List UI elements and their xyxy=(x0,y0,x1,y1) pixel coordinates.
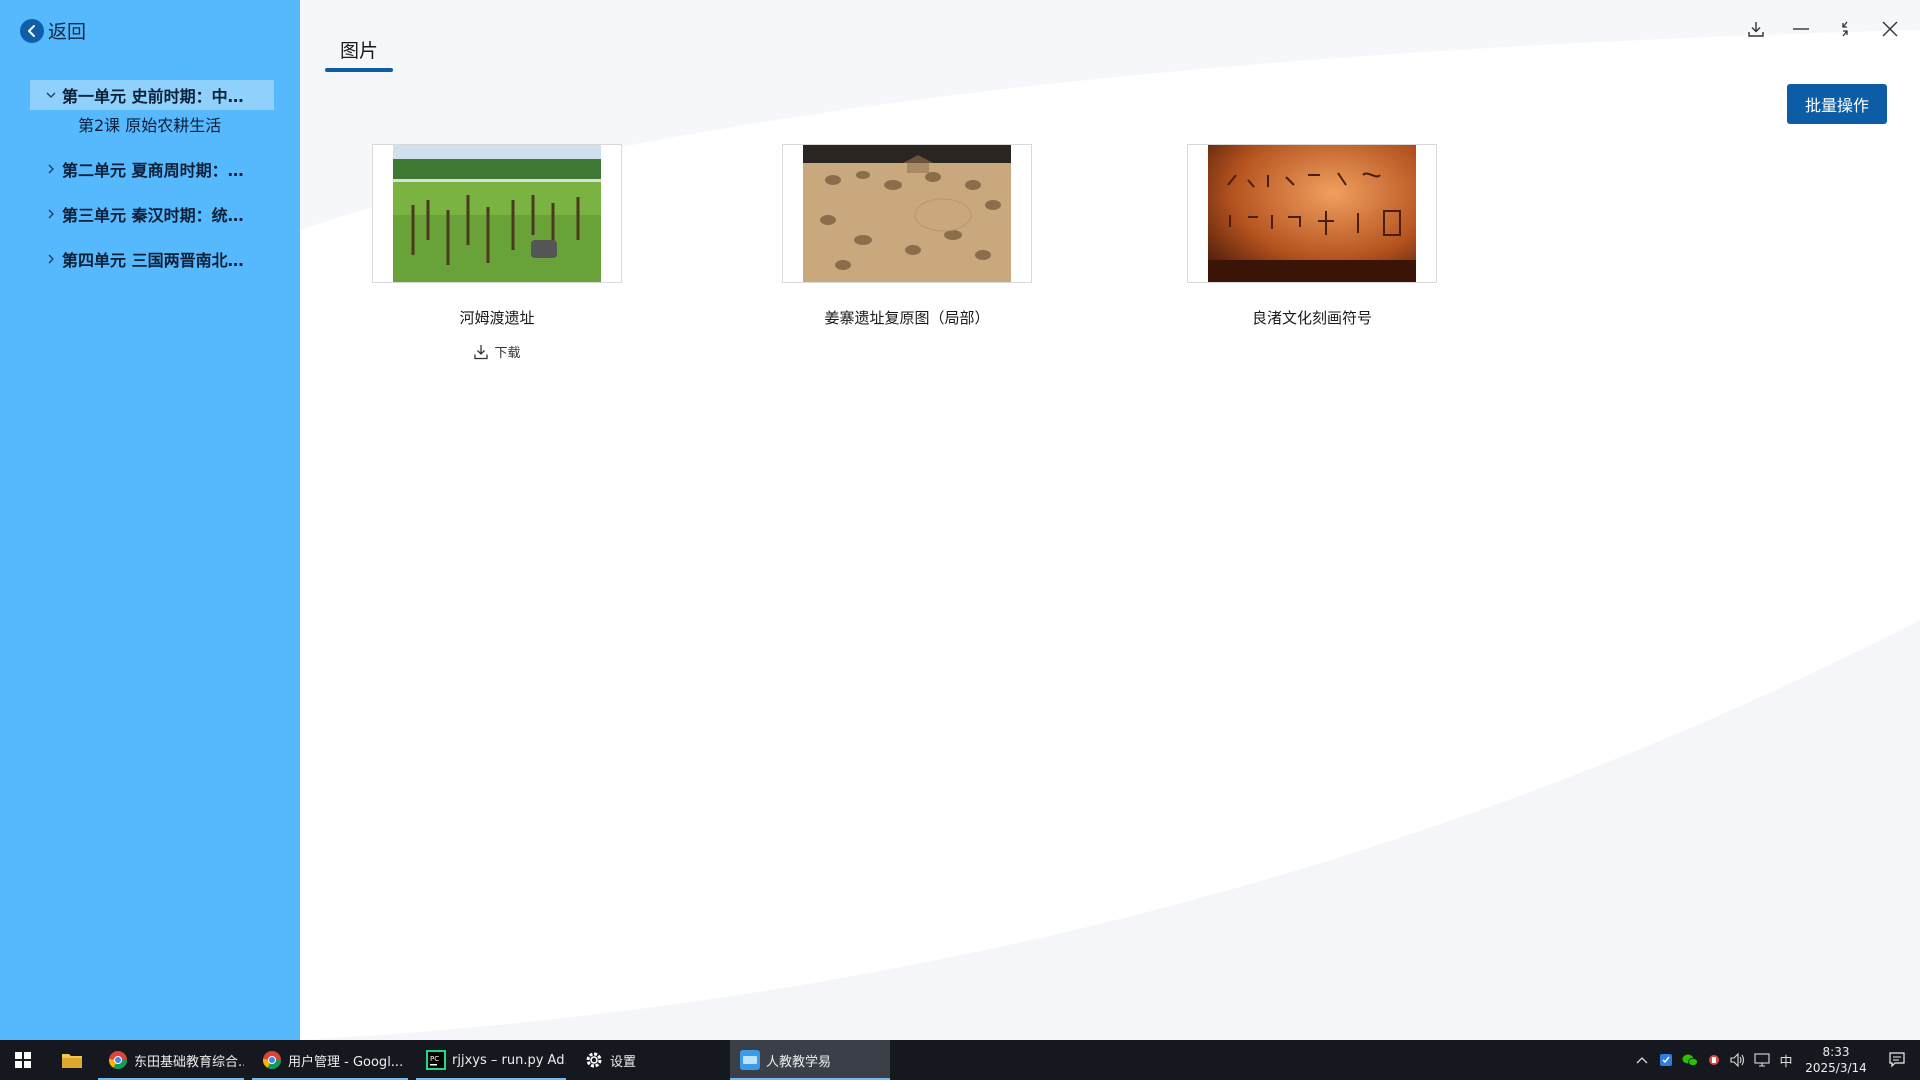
minimize-button[interactable] xyxy=(1786,14,1816,44)
back-label: 返回 xyxy=(48,21,87,43)
taskbar-app-settings[interactable]: 设置 xyxy=(574,1040,722,1080)
back-arrow-icon xyxy=(20,18,44,43)
show-hidden-icons-button[interactable] xyxy=(1630,1040,1654,1080)
batch-operation-button[interactable]: 批量操作 xyxy=(1787,84,1887,124)
file-explorer-button[interactable] xyxy=(46,1040,98,1080)
tree-unit-4[interactable]: 第四单元 三国两晋南北… xyxy=(30,244,274,274)
taskbar-app-label: 人教教学易 xyxy=(766,1054,832,1070)
tree-unit-1[interactable]: 第一单元 史前时期：中… xyxy=(30,80,274,110)
image-thumbnail[interactable] xyxy=(1187,144,1437,283)
clock[interactable]: 8:33 2025/3/14 xyxy=(1798,1044,1874,1076)
download-all-button[interactable] xyxy=(1741,14,1771,44)
chrome-icon xyxy=(263,1051,281,1070)
minimize-icon xyxy=(1793,28,1809,30)
close-icon xyxy=(1882,21,1898,37)
shield-icon xyxy=(1660,1054,1672,1066)
tree-unit-label: 第四单元 三国两晋南北… xyxy=(62,251,244,270)
tray-app-button-2[interactable] xyxy=(1702,1040,1726,1080)
volume-button[interactable] xyxy=(1726,1040,1750,1080)
taskbar-app-label: 设置 xyxy=(610,1054,637,1070)
taskbar-app-label: 用户管理 - Googl... xyxy=(288,1054,404,1070)
tree-unit-label: 第一单元 史前时期：中… xyxy=(62,87,244,106)
chapter-tree: 第一单元 史前时期：中… 第2课 原始农耕生活 第二单元 夏商周时期：… 第三单… xyxy=(30,80,274,289)
sidebar: 返回 第一单元 史前时期：中… 第2课 原始农耕生活 第二单元 夏商周时期：… xyxy=(0,0,300,1040)
taskbar-app-chrome-2[interactable]: 用户管理 - Googl... xyxy=(252,1040,408,1080)
system-tray: 中 8:33 2025/3/14 xyxy=(1630,1040,1920,1080)
main-panel: 图片 批量操作 河姆渡遗址 下载 姜寨遗址复原图（局部） 良渚文化刻画符号 xyxy=(300,0,1920,1040)
image-title: 良渚文化刻画符号 xyxy=(1251,309,1372,327)
pycharm-icon: PC xyxy=(426,1050,446,1070)
app-tray-icon xyxy=(1709,1055,1719,1065)
renjiao-app-icon xyxy=(740,1050,760,1070)
image-thumbnail[interactable] xyxy=(372,144,622,283)
taskbar-app-pycharm[interactable]: PC rjjxys – run.py Ad... xyxy=(416,1040,566,1080)
taskbar-app-label: rjjxys – run.py Ad... xyxy=(452,1052,566,1068)
tray-app-button[interactable] xyxy=(1654,1040,1678,1080)
app-window: 返回 第一单元 史前时期：中… 第2课 原始农耕生活 第二单元 夏商周时期：… xyxy=(0,0,1920,1040)
chevron-down-icon xyxy=(44,91,58,99)
image-thumbnail[interactable] xyxy=(782,144,1032,283)
notification-center-button[interactable] xyxy=(1874,1040,1920,1080)
image-title: 姜寨遗址复原图（局部） xyxy=(824,309,990,327)
svg-text:PC: PC xyxy=(430,1055,439,1063)
image-card: 良渚文化刻画符号 xyxy=(1187,144,1437,328)
back-button[interactable]: 返回 xyxy=(20,17,86,44)
ime-indicator[interactable]: 中 xyxy=(1774,1040,1798,1080)
image-card: 姜寨遗址复原图（局部） xyxy=(782,144,1032,328)
network-button[interactable] xyxy=(1750,1040,1774,1080)
folder-icon xyxy=(62,1054,82,1068)
download-icon xyxy=(1748,22,1764,37)
tree-unit-label: 第二单元 夏商周时期：… xyxy=(62,161,244,180)
gear-icon xyxy=(586,1052,602,1068)
notification-icon xyxy=(1889,1052,1905,1068)
chevron-right-icon xyxy=(44,254,58,264)
tree-unit-2[interactable]: 第二单元 夏商周时期：… xyxy=(30,154,274,184)
image-title: 河姆渡遗址 xyxy=(459,309,535,327)
wechat-tray-button[interactable] xyxy=(1678,1040,1702,1080)
taskbar-app-renjiao[interactable]: 人教教学易 xyxy=(730,1040,890,1080)
start-button[interactable] xyxy=(0,1040,46,1080)
download-link[interactable]: 下载 xyxy=(372,342,622,361)
chrome-icon xyxy=(109,1051,127,1070)
tree-unit-3[interactable]: 第三单元 秦汉时期：统… xyxy=(30,199,274,229)
clock-time: 8:33 xyxy=(1822,1045,1850,1059)
image-card: 河姆渡遗址 下载 xyxy=(372,144,622,361)
windows-logo-icon xyxy=(15,1052,31,1068)
tree-lesson-item[interactable]: 第2课 原始农耕生活 xyxy=(30,110,274,142)
taskbar-app-chrome-1[interactable]: 东田基础教育综合... xyxy=(98,1040,244,1080)
taskbar-app-label: 东田基础教育综合... xyxy=(134,1054,244,1070)
download-label: 下载 xyxy=(494,346,521,361)
chevron-right-icon xyxy=(44,209,58,219)
speaker-icon xyxy=(1730,1053,1745,1067)
taskbar: 东田基础教育综合... 用户管理 - Googl... PC rjjxys – … xyxy=(0,1040,1920,1080)
tab-active-indicator xyxy=(325,68,393,72)
chevron-up-icon xyxy=(1636,1057,1648,1064)
wechat-icon xyxy=(1682,1054,1698,1066)
restore-icon xyxy=(1842,21,1848,37)
restore-button[interactable] xyxy=(1830,14,1860,44)
network-icon xyxy=(1754,1053,1770,1067)
close-button[interactable] xyxy=(1875,14,1905,44)
chevron-right-icon xyxy=(44,164,58,174)
clock-date: 2025/3/14 xyxy=(1805,1061,1867,1075)
download-icon xyxy=(474,344,489,359)
tree-unit-label: 第三单元 秦汉时期：统… xyxy=(62,206,244,225)
tab-images[interactable]: 图片 xyxy=(325,36,393,63)
